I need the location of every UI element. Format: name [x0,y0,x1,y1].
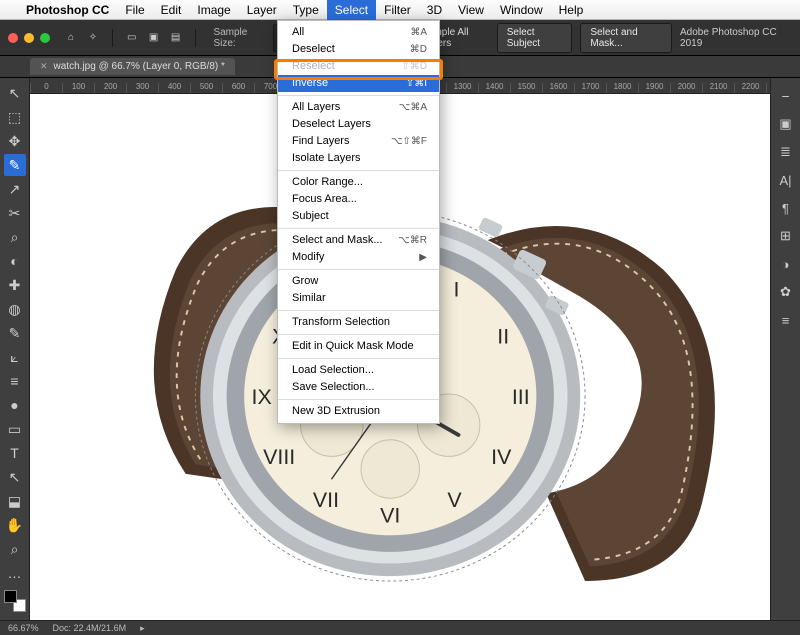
menu-item-grow[interactable]: Grow [278,273,439,290]
tool-0[interactable]: ↖ [4,82,26,104]
window-controls[interactable] [8,33,50,43]
menu-help[interactable]: Help [551,0,592,20]
panel-icon-8[interactable]: ≡ [776,310,796,330]
menu-item-find-layers[interactable]: Find Layers⌥⇧⌘F [278,133,439,150]
tool-17[interactable]: ⬓ [4,490,26,512]
tool-1[interactable]: ⬚ [4,106,26,128]
menu-item-isolate-layers[interactable]: Isolate Layers [278,150,439,167]
add-sel-icon[interactable]: ▣ [147,30,161,46]
fg-bg-swatch[interactable] [4,590,26,612]
menu-item-edit-in-quick-mask-mode[interactable]: Edit in Quick Mask Mode [278,338,439,355]
tool-6[interactable]: ⌕ [4,226,26,248]
svg-text:II: II [497,324,509,348]
svg-text:I: I [454,278,460,302]
menu-item-similar[interactable]: Similar [278,290,439,307]
menu-item-new-3d-extrusion[interactable]: New 3D Extrusion [278,403,439,420]
zoom-level[interactable]: 66.67% [8,623,39,633]
svg-text:VI: VI [380,504,400,528]
svg-text:III: III [512,385,530,409]
tool-4[interactable]: ↗ [4,178,26,200]
tools-panel: ↖⬚✥✎↗✂⌕◐✚◍✎⟀≡●▭T↖⬓✋⌕… [0,78,30,620]
menu-item-deselect-layers[interactable]: Deselect Layers [278,116,439,133]
menu-item-deselect[interactable]: Deselect⌘D [278,41,439,58]
tool-19[interactable]: ⌕ [4,538,26,560]
panels-dock: ⎯ ▣ ≣ A| ¶ ⊞ ◑ ✿ ≡ [770,78,800,620]
tool-2[interactable]: ✥ [4,130,26,152]
menu-item-all[interactable]: All⌘A [278,24,439,41]
menu-item-load-selection[interactable]: Load Selection... [278,362,439,379]
menu-app[interactable]: Photoshop CC [18,0,117,20]
menu-image[interactable]: Image [189,0,238,20]
svg-text:V: V [447,488,462,512]
menu-item-transform-selection[interactable]: Transform Selection [278,314,439,331]
menu-item-subject[interactable]: Subject [278,208,439,225]
tool-12[interactable]: ≡ [4,370,26,392]
menu-window[interactable]: Window [492,0,551,20]
home-icon[interactable]: ⌂ [64,30,78,46]
app-title: Adobe Photoshop CC 2019 [680,27,792,49]
document-tab[interactable]: ✕ watch.jpg @ 66.7% (Layer 0, RGB/8) * [30,58,235,75]
close-tab-icon[interactable]: ✕ [40,61,48,72]
panel-icon-1[interactable]: ▣ [776,114,796,134]
tool-20[interactable]: … [4,562,26,584]
chevron-right-icon[interactable]: ▸ [140,623,145,634]
panel-icon-5[interactable]: ⊞ [776,226,796,246]
menu-layer[interactable]: Layer [239,0,285,20]
menu-edit[interactable]: Edit [153,0,190,20]
menu-item-modify[interactable]: Modify▶ [278,249,439,266]
menu-item-color-range[interactable]: Color Range... [278,174,439,191]
tool-9[interactable]: ◍ [4,298,26,320]
tool-5[interactable]: ✂ [4,202,26,224]
tool-7[interactable]: ◐ [4,250,26,272]
menu-file[interactable]: File [117,0,152,20]
svg-text:IX: IX [252,385,272,409]
menu-item-all-layers[interactable]: All Layers⌥⌘A [278,99,439,116]
menu-type[interactable]: Type [285,0,327,20]
status-bar: 66.67% Doc: 22.4M/21.6M ▸ [0,620,800,635]
document-tab-title: watch.jpg @ 66.7% (Layer 0, RGB/8) * [54,61,225,72]
svg-text:VII: VII [313,488,339,512]
tool-8[interactable]: ✚ [4,274,26,296]
menu-filter[interactable]: Filter [376,0,419,20]
svg-text:IV: IV [491,445,512,469]
tool-13[interactable]: ● [4,394,26,416]
doc-size: Doc: 22.4M/21.6M [53,623,127,633]
panel-icon-4[interactable]: ¶ [776,198,796,218]
tool-16[interactable]: ↖ [4,466,26,488]
panel-icon-2[interactable]: ≣ [776,142,796,162]
mac-menubar: Photoshop CC FileEditImageLayerTypeSelec… [0,0,800,20]
menu-item-focus-area[interactable]: Focus Area... [278,191,439,208]
menu-select[interactable]: Select [327,0,376,20]
svg-text:VIII: VIII [263,445,295,469]
tool-15[interactable]: T [4,442,26,464]
panel-icon-3[interactable]: A| [776,170,796,190]
panel-icon-6[interactable]: ◑ [776,254,796,274]
menu-item-reselect: Reselect⇧⌘D [278,58,439,75]
select-subject-button[interactable]: Select Subject [497,23,573,53]
tool-18[interactable]: ✋ [4,514,26,536]
select-menu-dropdown: All⌘ADeselect⌘DReselect⇧⌘DInverse⇧⌘I All … [277,20,440,424]
tool-3[interactable]: ✎ [4,154,26,176]
tool-10[interactable]: ✎ [4,322,26,344]
panel-icon-7[interactable]: ✿ [776,282,796,302]
menu-view[interactable]: View [450,0,492,20]
select-and-mask-button[interactable]: Select and Mask... [580,23,672,53]
menu-item-inverse[interactable]: Inverse⇧⌘I [278,75,439,92]
menu-item-select-and-mask[interactable]: Select and Mask...⌥⌘R [278,232,439,249]
menu-3d[interactable]: 3D [419,0,450,20]
sample-size-label: Sample Size: [213,27,264,49]
tool-14[interactable]: ▭ [4,418,26,440]
sub-sel-icon[interactable]: ▤ [169,30,183,46]
new-sel-icon[interactable]: ▭ [125,30,139,46]
panel-icon-0[interactable]: ⎯ [776,86,796,106]
wand-icon[interactable]: ✧ [86,30,100,46]
menu-item-save-selection[interactable]: Save Selection... [278,379,439,396]
tool-11[interactable]: ⟀ [4,346,26,368]
